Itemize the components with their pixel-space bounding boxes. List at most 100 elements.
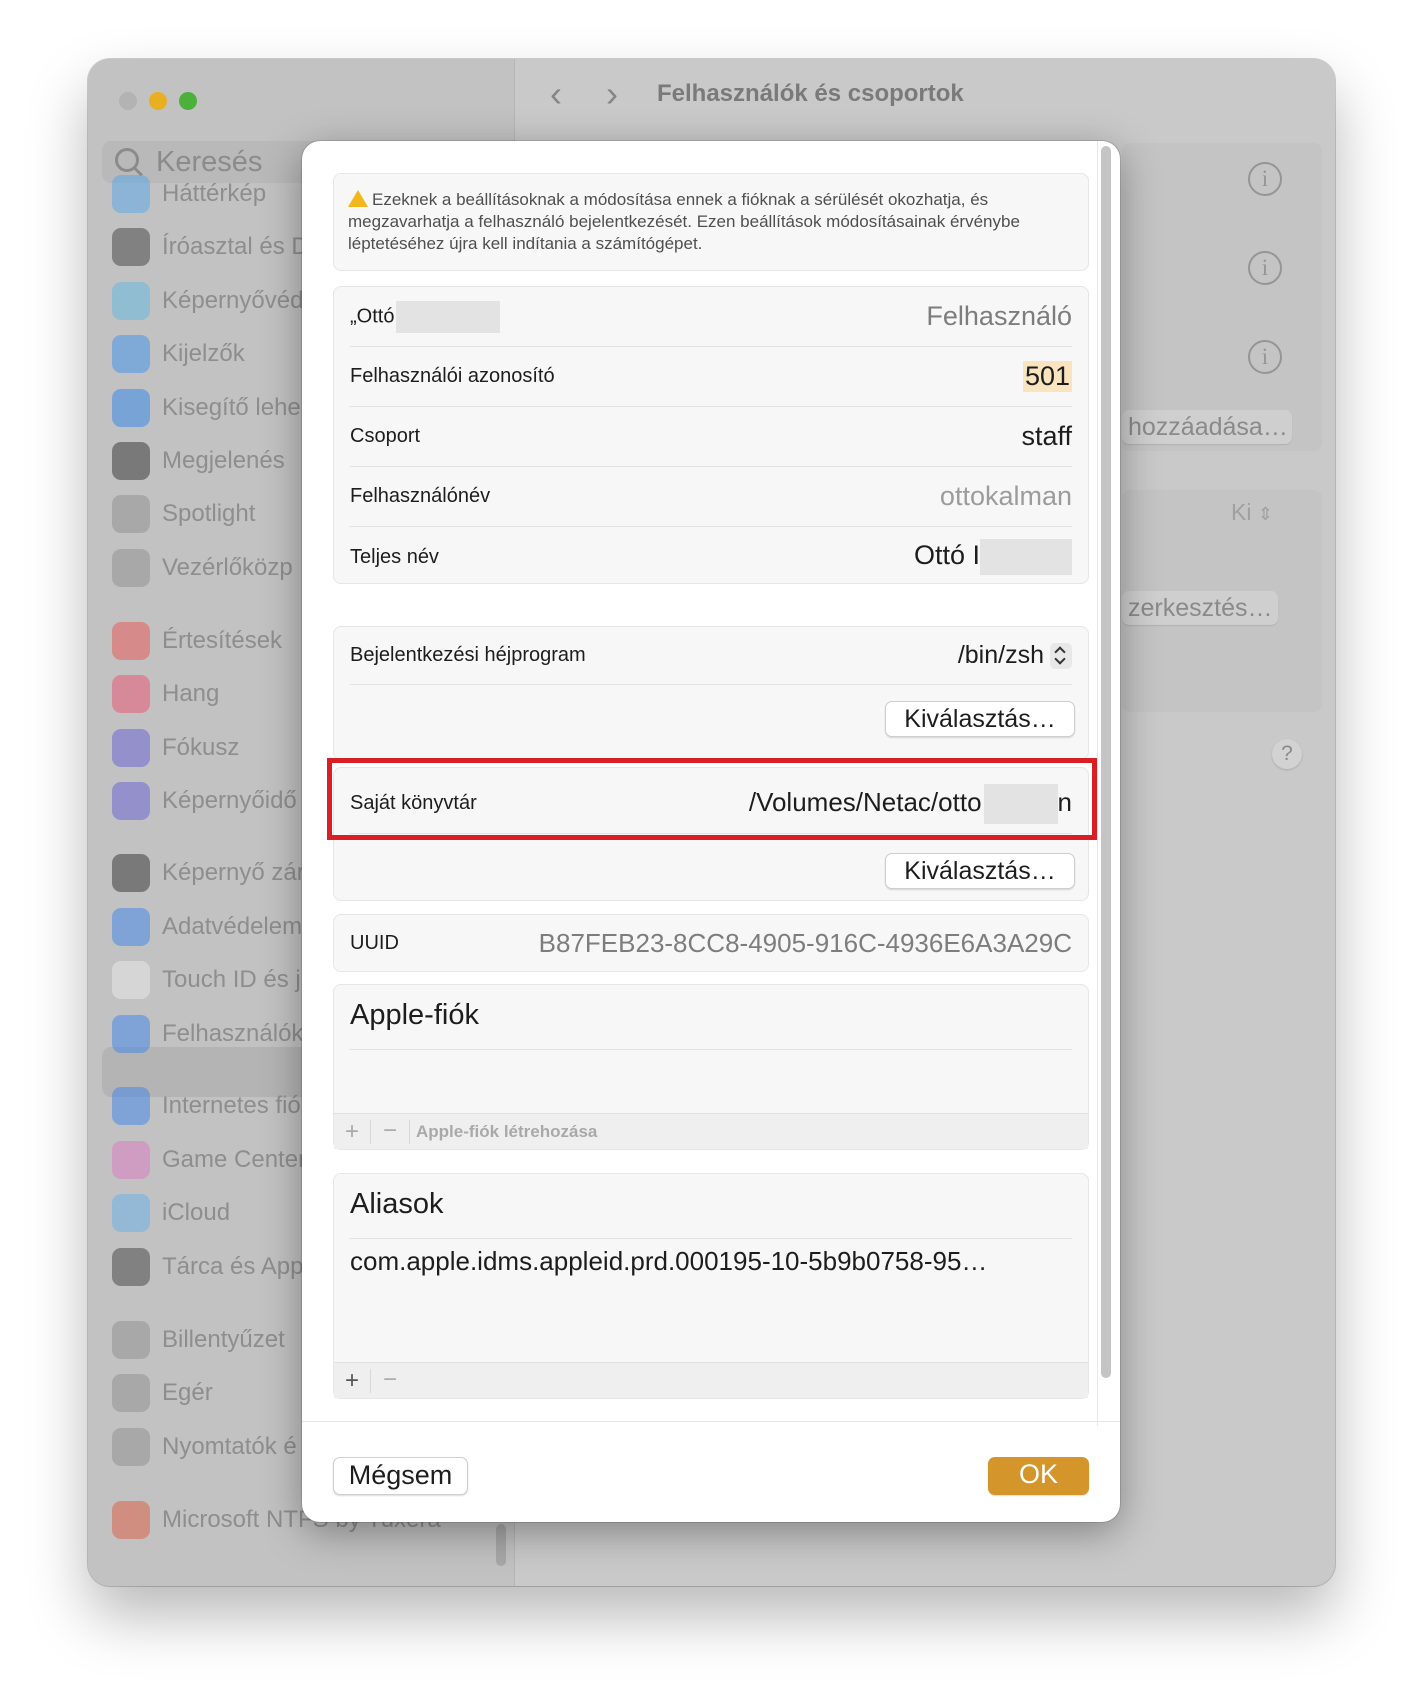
keyboard-icon bbox=[112, 1321, 150, 1359]
username-label: Felhasználónév bbox=[350, 485, 491, 507]
divider bbox=[350, 1238, 1072, 1239]
sidebar-item-label: Billentyűzet bbox=[162, 1326, 285, 1353]
sidebar-item[interactable]: Vezérlőközp bbox=[112, 548, 293, 588]
users-icon bbox=[112, 1015, 150, 1053]
sidebar-item-label: Íróasztal és D bbox=[162, 233, 309, 260]
uuid-group: UUID B87FEB23-8CC8-4905-916C-4936E6A3A29… bbox=[333, 914, 1089, 972]
sidebar-item-label: Képernyőidő bbox=[162, 787, 297, 814]
add-user-button[interactable]: hozzáadása… bbox=[1122, 410, 1292, 444]
fingerprint-icon bbox=[112, 961, 150, 999]
shell-choose-button[interactable]: Kiválasztás… bbox=[885, 701, 1075, 737]
sidebar-item[interactable]: Megjelenés bbox=[112, 441, 285, 481]
sidebar-item-label: Értesítések bbox=[162, 627, 283, 654]
sidebar-item[interactable]: Internetes fió bbox=[112, 1086, 301, 1126]
cancel-button[interactable]: Mégsem bbox=[333, 1457, 468, 1495]
sidebar-item[interactable]: Háttérkép bbox=[112, 174, 266, 214]
shell-row: Bejelentkezési héjprogram /bin/zsh bbox=[350, 627, 1072, 685]
sidebar-item[interactable]: Adatvédelem bbox=[112, 907, 302, 947]
sidebar-item[interactable]: Kijelzők bbox=[112, 334, 245, 374]
magnifier-icon bbox=[112, 495, 150, 533]
printer-icon bbox=[112, 1428, 150, 1466]
sidebar-item-label: Fókusz bbox=[162, 734, 240, 761]
sidebar-item[interactable]: Hang bbox=[112, 674, 219, 714]
sidebar-item-label: Kijelzők bbox=[162, 340, 245, 367]
sidebar-item-label: Háttérkép bbox=[162, 180, 267, 207]
sheet-scrollbar[interactable] bbox=[1101, 146, 1111, 1378]
help-button[interactable]: ? bbox=[1272, 739, 1302, 769]
highlight-annotation-box bbox=[327, 758, 1097, 840]
create-apple-account-button[interactable]: Apple-fiók létrehozása bbox=[410, 1122, 597, 1142]
login-shell-group: Bejelentkezési héjprogram /bin/zsh Kivál… bbox=[333, 626, 1089, 760]
alias-list-item[interactable]: com.apple.idms.appleid.prd.000195-10-5b9… bbox=[350, 1246, 987, 1277]
sidebar-item-label: Adatvédelem bbox=[162, 913, 303, 940]
warning-icon bbox=[348, 190, 368, 207]
sidebar-item[interactable]: Képernyővéd bbox=[112, 281, 303, 321]
sidebar-item[interactable]: Értesítések bbox=[112, 621, 282, 661]
info-icon[interactable]: i bbox=[1248, 251, 1282, 285]
moon-icon bbox=[112, 729, 150, 767]
info-icon[interactable]: i bbox=[1248, 162, 1282, 196]
close-button[interactable] bbox=[119, 92, 137, 110]
sheet-scroll-track bbox=[1097, 141, 1098, 1426]
window-title: Felhasználók és csoportok bbox=[657, 80, 964, 107]
ok-button[interactable]: OK bbox=[988, 1457, 1089, 1495]
add-alias-button[interactable]: + bbox=[334, 1368, 371, 1393]
uid-field[interactable]: 501 bbox=[1022, 361, 1072, 392]
info-icon[interactable]: i bbox=[1248, 340, 1282, 374]
apple-account-group: Apple-fiók + − Apple-fiók létrehozása bbox=[333, 984, 1089, 1150]
sidebar-item[interactable]: Kisegítő lehe bbox=[112, 388, 301, 428]
uuid-field[interactable]: B87FEB23-8CC8-4905-916C-4936E6A3A29C bbox=[539, 928, 1072, 959]
uid-label: Felhasználói azonosító bbox=[350, 365, 555, 387]
sidebar-item[interactable]: iCloud bbox=[112, 1193, 230, 1233]
sidebar-item-label: Kisegítő lehe bbox=[162, 394, 301, 421]
desktop-icon bbox=[112, 228, 150, 266]
minimize-button[interactable] bbox=[149, 92, 167, 110]
lock-icon bbox=[112, 854, 150, 892]
sidebar-item-label: Tárca és App bbox=[162, 1253, 304, 1280]
remove-alias-button[interactable]: − bbox=[371, 1367, 409, 1393]
add-account-button[interactable]: + bbox=[334, 1119, 371, 1144]
sidebar-item[interactable]: Képernyőidő bbox=[112, 781, 297, 821]
sidebar-item[interactable]: Billentyűzet bbox=[112, 1320, 285, 1360]
user-role: Felhasználó bbox=[926, 301, 1072, 331]
edit-button[interactable]: zerkesztés… bbox=[1122, 591, 1278, 625]
advanced-options-sheet: Ezeknek a beállításoknak a módosítása en… bbox=[302, 141, 1120, 1522]
sidebar-item[interactable]: Game Center bbox=[112, 1140, 306, 1180]
back-arrow-icon[interactable]: ‹ bbox=[550, 73, 562, 115]
sidebar-item[interactable]: Íróasztal és D bbox=[112, 227, 309, 267]
divider bbox=[350, 1049, 1072, 1050]
chevron-updown-icon: ⇕ bbox=[1257, 504, 1273, 524]
popup-value: Ki bbox=[1231, 499, 1252, 525]
gamecenter-icon bbox=[112, 1141, 150, 1179]
home-choose-button[interactable]: Kiválasztás… bbox=[885, 853, 1075, 889]
sidebar-item[interactable]: Fókusz bbox=[112, 728, 239, 768]
zoom-button[interactable] bbox=[179, 92, 197, 110]
apple-account-toolbar: + − Apple-fiók létrehozása bbox=[334, 1113, 1088, 1149]
sidebar-item[interactable]: Nyomtatók é bbox=[112, 1427, 297, 1467]
uuid-label: UUID bbox=[350, 931, 399, 954]
users-list-panel bbox=[1122, 143, 1322, 451]
sidebar-item-label: Hang bbox=[162, 680, 220, 707]
sidebar-item[interactable]: Egér bbox=[112, 1373, 213, 1413]
sidebar-item-label: iCloud bbox=[162, 1199, 231, 1226]
fullname-field[interactable]: Ottó I bbox=[914, 539, 1072, 575]
shell-popup[interactable]: /bin/zsh bbox=[958, 641, 1072, 670]
auto-login-popup[interactable]: Ki ⇕ bbox=[1231, 499, 1273, 526]
sidebar-item[interactable]: Képernyő zár bbox=[112, 853, 305, 893]
username-row: Felhasználónév ottokalman bbox=[350, 467, 1072, 527]
warning-panel: Ezeknek a beállításoknak a módosítása en… bbox=[333, 173, 1089, 271]
sidebar-item-label: Game Center bbox=[162, 1146, 307, 1173]
sidebar-item[interactable]: Spotlight bbox=[112, 494, 255, 534]
sidebar-item[interactable]: Tárca és App bbox=[112, 1247, 303, 1287]
aliases-title: Aliasok bbox=[350, 1188, 444, 1220]
sidebar-item[interactable]: Touch ID és j bbox=[112, 960, 301, 1000]
group-field[interactable]: staff bbox=[1021, 421, 1072, 452]
apple-account-title: Apple-fiók bbox=[350, 999, 479, 1031]
forward-arrow-icon[interactable]: › bbox=[606, 73, 618, 115]
footer-divider bbox=[302, 1421, 1120, 1422]
remove-account-button[interactable]: − bbox=[371, 1118, 410, 1144]
user-header-row: „Ottó Felhasználó bbox=[350, 287, 1072, 347]
sidebar-scrollbar[interactable] bbox=[496, 1524, 506, 1566]
sidebar-item[interactable]: Felhasználók bbox=[112, 1014, 303, 1054]
fullname-row: Teljes név Ottó I bbox=[350, 527, 1072, 587]
